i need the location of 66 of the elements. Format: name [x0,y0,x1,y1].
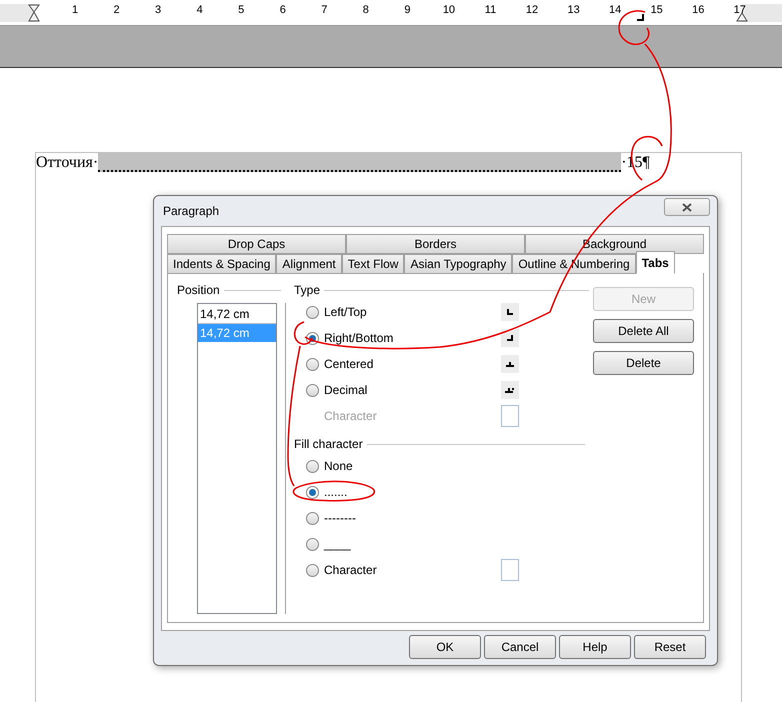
radio-button[interactable] [306,512,319,524]
ruler-number: 15 [650,5,663,16]
option-label: Character [324,562,377,579]
ruler-number: 10 [442,5,456,16]
ruler-number: 11 [484,5,496,16]
ruler-number: 4 [196,5,203,16]
ruler-number: 17 [734,5,746,16]
section-label: Type [294,282,320,299]
tab[interactable]: Asian Typography [404,254,512,274]
ruler-number: 8 [362,5,369,16]
tab[interactable]: Outline & Numbering [512,254,636,274]
radio-button[interactable] [306,486,319,498]
dialog-button[interactable]: Help [559,635,631,659]
ruler-number: 9 [404,5,410,16]
radio-button[interactable] [306,460,319,472]
radio-button[interactable] [306,384,319,396]
radio-button[interactable] [306,564,319,576]
ruler-number: 14 [609,5,622,16]
ruler-number: 6 [280,5,286,16]
option-label: ____ [324,536,351,553]
close-icon [682,202,692,212]
document-text: Отточия· [36,153,98,173]
ruler-number: 13 [567,5,580,16]
indent-marker-icon [28,4,40,22]
option-label: None [324,458,353,475]
tab-stop-icon [501,381,519,399]
option-label: -------- [324,510,356,527]
radio-button[interactable] [306,306,319,318]
dialog-button[interactable]: Cancel [484,635,556,659]
ruler-number: 1 [72,5,78,16]
tab[interactable]: Borders [346,234,525,254]
window-title: Paragraph [163,203,220,220]
tab[interactable]: Alignment [276,254,342,274]
ruler-margin [0,4,34,22]
dialog-button[interactable]: OK [409,635,481,659]
option-label: Centered [324,356,374,373]
dialog-button[interactable]: Reset [634,635,706,659]
option-label: Decimal [324,382,368,399]
option-label: ....... [324,484,348,501]
tab[interactable]: Tabs [636,251,675,274]
option-label: Character [324,408,377,425]
ruler-number: 3 [155,5,162,16]
option-label: Right/Bottom [324,330,394,347]
character-field[interactable] [501,559,519,581]
tab-stop-icon [501,303,519,321]
ruler-number: 16 [692,5,704,16]
tab[interactable]: Text Flow [342,254,404,274]
ruler-number: 7 [321,5,328,16]
section-label: Position [177,282,220,299]
radio-button[interactable] [306,358,319,370]
tab-stop-icon [637,14,644,21]
tab-stop-icon [501,329,519,347]
section-label: Fill character [294,436,363,453]
ruler-number: 2 [113,5,120,16]
ruler-number: 12 [526,5,538,16]
radio-button[interactable] [306,538,319,550]
tab[interactable]: Drop Caps [167,234,346,254]
option-label: Left/Top [324,304,367,321]
tab-stop-icon [501,355,519,373]
ruler-number: 5 [238,5,244,16]
close-button[interactable] [664,198,710,216]
dialog-button[interactable]: Delete [593,351,694,375]
dialog-button[interactable]: Delete All [593,319,694,343]
tab[interactable]: Indents & Spacing [167,254,276,274]
character-field[interactable] [501,405,519,427]
indent-marker-icon [736,12,748,22]
